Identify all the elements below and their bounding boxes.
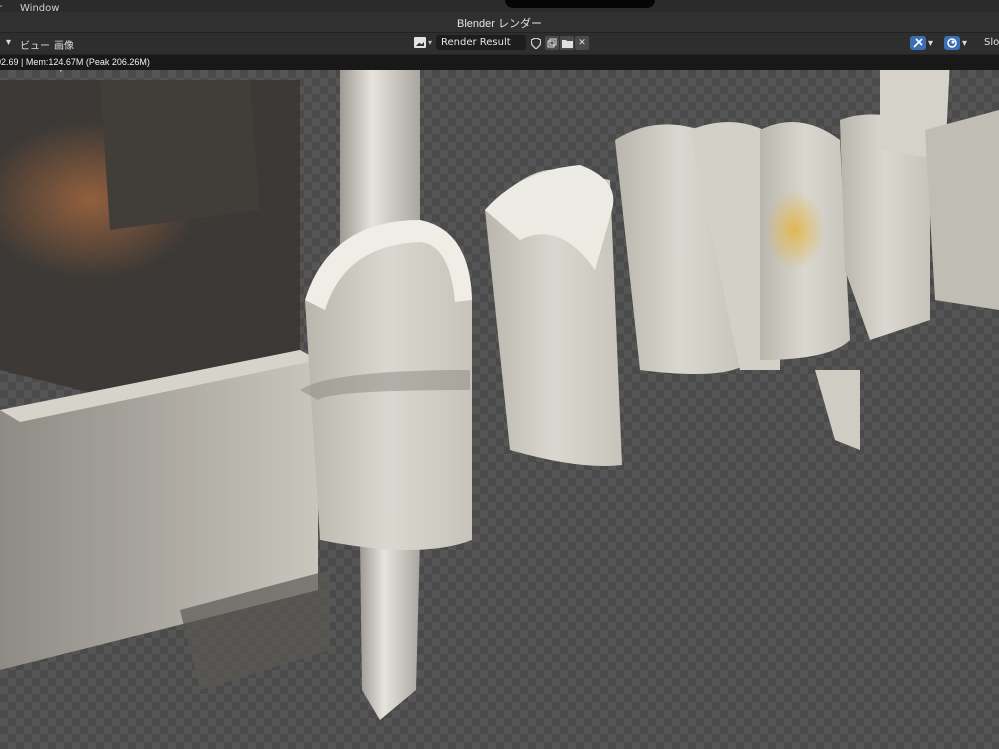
duplicate-icon[interactable] <box>545 36 559 50</box>
menu-image[interactable]: 画像 <box>54 37 74 52</box>
shield-icon[interactable] <box>529 36 543 50</box>
render-viewport[interactable] <box>0 70 999 749</box>
image-icon[interactable] <box>414 37 426 48</box>
camera-notch <box>505 0 655 8</box>
image-editor-header: ▾ ビュー 画像 ▾ Render Result ✕ ▾ ▾ Slot <box>0 32 999 55</box>
slot-selector[interactable]: Slot <box>984 37 999 48</box>
window-titlebar: Blender レンダー <box>0 12 999 32</box>
chevron-down-icon[interactable]: ▾ <box>962 38 967 49</box>
render-stats: 02.69 | Mem:124.67M (Peak 206.26M) <box>0 57 150 67</box>
chevron-down-icon[interactable]: ▾ <box>928 38 933 49</box>
pin-icon[interactable] <box>910 36 926 50</box>
close-icon[interactable]: ✕ <box>575 36 589 50</box>
window-title: Blender レンダー <box>457 18 542 30</box>
chevron-down-icon[interactable]: ▾ <box>428 38 432 47</box>
overlay-icon[interactable] <box>944 36 960 50</box>
menu-view[interactable]: ビュー <box>20 37 50 52</box>
folder-icon[interactable] <box>560 36 574 50</box>
render-status-bar: 02.69 | Mem:124.67M (Peak 206.26M) <box>0 54 999 70</box>
render-image <box>0 70 999 720</box>
chevron-down-icon[interactable]: ▾ <box>6 37 11 48</box>
image-name-field[interactable]: Render Result <box>436 35 526 50</box>
